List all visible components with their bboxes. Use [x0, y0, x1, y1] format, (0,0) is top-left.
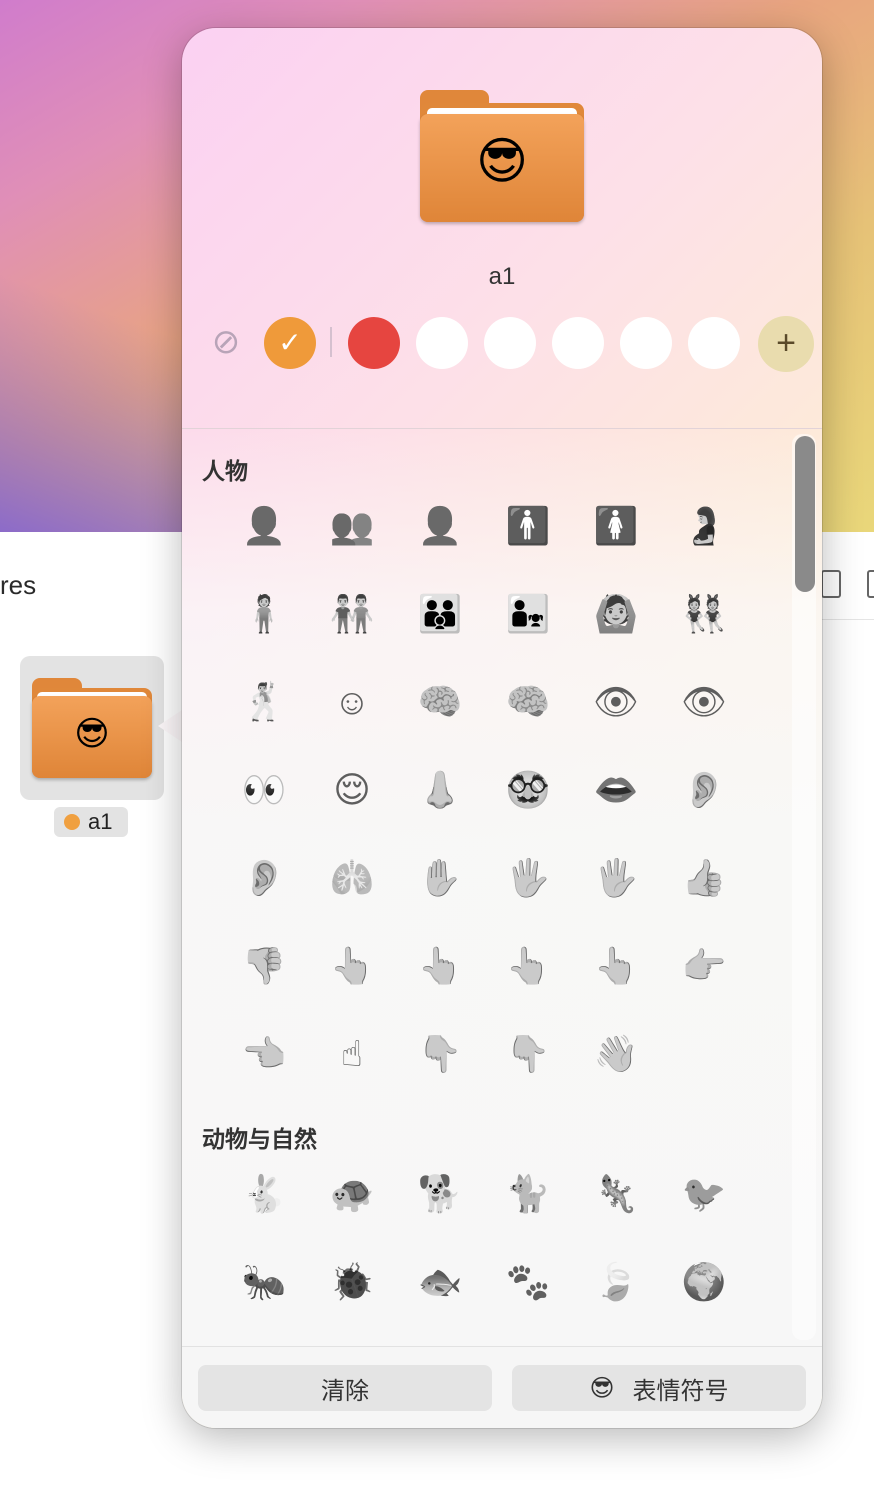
symbol-cell[interactable]: 👀	[234, 760, 294, 820]
symbol-cell[interactable]: 🖐	[586, 848, 646, 908]
folder-icon: 😎	[32, 678, 152, 778]
symbol-cell[interactable]: 👆	[586, 936, 646, 996]
symbol-cell[interactable]: 🧠	[498, 672, 558, 732]
symbol-cell[interactable]: ☝	[322, 1024, 382, 1084]
symbol-cell[interactable]: 👨‍👧	[498, 584, 558, 644]
checkmark-icon: ✓	[278, 327, 302, 358]
emoji-button[interactable]: 😎 表情符号	[512, 1365, 806, 1411]
symbol-cell[interactable]: 👆	[498, 936, 558, 996]
tag-empty-4[interactable]	[620, 317, 672, 369]
folder-preview-emoji: 😎	[475, 133, 529, 189]
symbol-cell[interactable]: 🧍	[234, 584, 294, 644]
folder-preview-icon: 😎	[420, 90, 584, 222]
symbol-cell[interactable]: 👍	[674, 848, 734, 908]
symbol-cell[interactable]: 🐜	[234, 1252, 294, 1312]
finder-window-title: res	[0, 570, 37, 600]
folder-name: a1	[88, 809, 113, 834]
section-title-animals: 动物与自然	[202, 1126, 317, 1152]
symbol-cell[interactable]: 👉	[674, 936, 734, 996]
symbol-cell[interactable]: 👥	[322, 496, 382, 556]
symbol-cell[interactable]: 🍃	[586, 1252, 646, 1312]
symbol-cell[interactable]: 👤	[234, 496, 294, 556]
folder-name-label[interactable]: a1	[54, 807, 128, 837]
view-options-icon[interactable]	[867, 570, 874, 598]
symbol-cell[interactable]: 🐾	[498, 1252, 558, 1312]
symbol-cell[interactable]: 👄	[586, 760, 646, 820]
tag-slash-icon[interactable]: ⊘	[204, 322, 248, 362]
symbol-cell[interactable]: 👂	[674, 760, 734, 820]
orange-tag-dot	[64, 814, 80, 830]
tag-empty-3[interactable]	[552, 317, 604, 369]
emoji-button-glyph: 😎	[589, 1374, 615, 1402]
symbol-cell[interactable]: 🚹	[498, 496, 558, 556]
symbol-cell[interactable]: 🐟	[410, 1252, 470, 1312]
symbol-cell[interactable]: 👬	[322, 584, 382, 644]
symbol-cell[interactable]: 👎	[234, 936, 294, 996]
symbol-cell[interactable]: 🫁	[322, 848, 382, 908]
popover-footer: 清除 😎 表情符号	[182, 1346, 822, 1428]
finder-toolbar	[815, 548, 874, 620]
scrollbar-thumb[interactable]	[795, 436, 815, 592]
folder-emoji: 😎	[74, 715, 110, 753]
symbol-cell[interactable]: 👋	[586, 1024, 646, 1084]
symbol-cell[interactable]: 🦎	[586, 1164, 646, 1224]
sidebar-toggle-icon[interactable]	[821, 570, 841, 598]
emoji-button-label: 表情符号	[632, 1377, 729, 1405]
symbol-cell[interactable]: 👁	[674, 672, 734, 732]
selected-folder-item[interactable]: 😎	[20, 656, 164, 800]
symbol-cell[interactable]: 🐇	[234, 1164, 294, 1224]
tag-empty-5[interactable]	[688, 317, 740, 369]
symbol-cell[interactable]: 🤰	[674, 496, 734, 556]
symbol-cell[interactable]: 🙆	[586, 584, 646, 644]
symbol-cell[interactable]: 👤	[410, 496, 470, 556]
tag-empty-2[interactable]	[484, 317, 536, 369]
symbol-cell[interactable]: 🕺	[234, 672, 294, 732]
symbol-cell[interactable]: 🐦	[674, 1164, 734, 1224]
symbol-cell[interactable]: 🐞	[322, 1252, 382, 1312]
symbol-cell[interactable]: 👃	[410, 760, 470, 820]
symbol-cell[interactable]: 👆	[410, 936, 470, 996]
symbol-cell[interactable]: 🚺	[586, 496, 646, 556]
section-title-people: 人物	[202, 458, 248, 484]
symbol-cell[interactable]: 🖐	[498, 848, 558, 908]
symbol-cell[interactable]: 🐈	[498, 1164, 558, 1224]
symbol-cell[interactable]: 👁	[586, 672, 646, 732]
symbol-cell[interactable]: 🐢	[322, 1164, 382, 1224]
tag-color-row: ⊘ ✓ +	[182, 316, 822, 372]
symbol-cell[interactable]: 🧠	[410, 672, 470, 732]
symbol-cell[interactable]: 👯	[674, 584, 734, 644]
tag-orange-selected[interactable]: ✓	[264, 317, 316, 369]
clear-button[interactable]: 清除	[198, 1365, 492, 1411]
symbol-cell[interactable]: 👆	[322, 936, 382, 996]
symbol-cell[interactable]: 👇	[498, 1024, 558, 1084]
symbol-cell[interactable]: 👂	[234, 848, 294, 908]
folder-customize-popover: 😎 a1 ⊘ ✓ + 人物 👤 👥 👤 🚹 🚺 🤰 🧍 👬 👪 👨‍👧 🙆 👯 🕺 ☺ 🧠 🧠 👁 👁 👀 😌 👃 🥸 👄 👂…	[182, 28, 822, 1428]
symbol-cell[interactable]: 👈	[234, 1024, 294, 1084]
symbol-cell[interactable]: ☺	[322, 672, 382, 732]
clear-button-label: 清除	[321, 1377, 369, 1405]
symbol-cell[interactable]: 😌	[322, 760, 382, 820]
tag-empty-1[interactable]	[416, 317, 468, 369]
add-tag-button[interactable]: +	[758, 316, 814, 372]
symbol-cell[interactable]: 🐕	[410, 1164, 470, 1224]
symbol-cell[interactable]: 👇	[410, 1024, 470, 1084]
symbol-cell[interactable]: 🥸	[498, 760, 558, 820]
symbol-cell[interactable]: 👪	[410, 584, 470, 644]
symbol-cell[interactable]: ✋	[410, 848, 470, 908]
symbol-cell[interactable]: 🌍	[674, 1252, 734, 1312]
folder-name-title: a1	[488, 263, 516, 290]
tag-red[interactable]	[348, 317, 400, 369]
tag-divider	[330, 327, 332, 357]
